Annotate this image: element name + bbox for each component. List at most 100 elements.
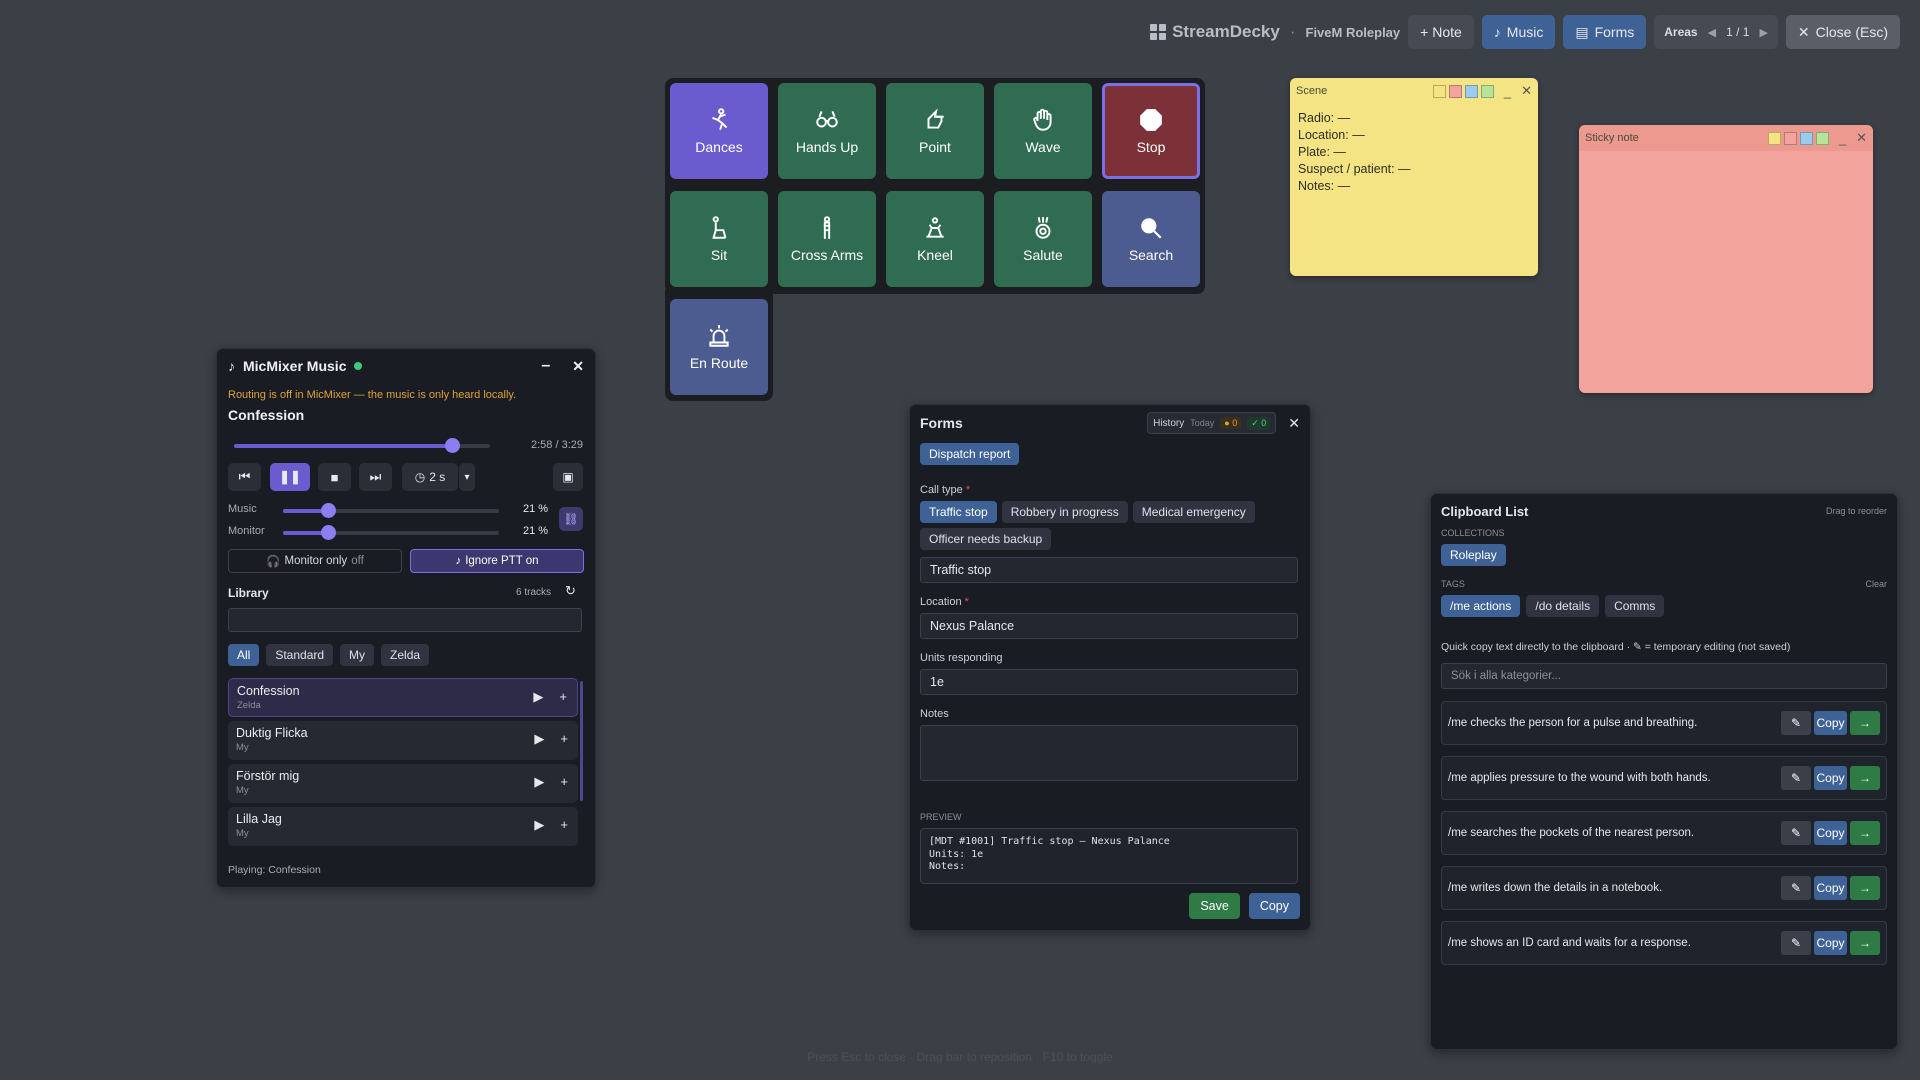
scene-note-header[interactable]: Scene _ ✕ (1290, 78, 1538, 104)
color-swatch-pink[interactable] (1448, 84, 1462, 98)
color-swatch-blue[interactable] (1464, 84, 1478, 98)
deck-key-wave[interactable]: Wave (994, 83, 1092, 179)
clipboard-item[interactable]: /me shows an ID card and waits for a res… (1441, 921, 1887, 965)
pause-button[interactable]: ❚❚ (270, 463, 310, 491)
color-swatch-green[interactable] (1480, 84, 1494, 98)
seek-handle[interactable] (444, 438, 460, 453)
library-item[interactable]: Förstör mig My ▶ + (228, 764, 578, 803)
crossfade-select[interactable]: ◷ 2 s (402, 463, 458, 491)
call-type-option[interactable]: Medical emergency (1132, 501, 1255, 523)
scene-note-body[interactable]: Radio: — Location: — Plate: — Suspect / … (1290, 104, 1538, 201)
color-swatch-green[interactable] (1815, 131, 1829, 145)
add-note-button[interactable]: + Note (1408, 15, 1474, 49)
crossfade-dropdown[interactable]: ▾ (459, 463, 475, 491)
color-swatch-yellow[interactable] (1767, 131, 1781, 145)
close-icon[interactable]: ✕ (572, 358, 584, 375)
history-button[interactable]: History Today ● 0 ✓ 0 (1147, 412, 1277, 434)
deck-key-en-route[interactable]: En Route (670, 299, 768, 395)
save-button[interactable]: Save (1189, 893, 1240, 919)
copy-button[interactable]: Copy (1814, 766, 1847, 790)
monitor-only-toggle[interactable]: 🎧 Monitor only off (228, 549, 402, 573)
deck-key-search[interactable]: Search (1102, 191, 1200, 287)
clipboard-item[interactable]: /me checks the person for a pulse and br… (1441, 701, 1887, 745)
play-icon[interactable]: ▶ (534, 774, 544, 790)
units-input[interactable]: 1e (920, 669, 1298, 695)
close-icon[interactable]: ✕ (1288, 415, 1300, 432)
sticky-note-header[interactable]: Sticky note _ ✕ (1579, 125, 1873, 151)
send-icon[interactable]: → (1850, 711, 1880, 735)
edit-icon[interactable]: ✎ (1781, 931, 1811, 955)
deck-key-point[interactable]: Point (886, 83, 984, 179)
collection-roleplay[interactable]: Roleplay (1441, 544, 1506, 566)
monitor-volume-slider[interactable] (283, 525, 499, 540)
next-button[interactable]: ⏭ (359, 463, 392, 491)
clear-tags-button[interactable]: Clear (1865, 579, 1887, 589)
music-volume-handle[interactable] (321, 503, 337, 518)
deck-key-salute[interactable]: Salute (994, 191, 1092, 287)
clipboard-item[interactable]: /me searches the pockets of the nearest … (1441, 811, 1887, 855)
deck-key-sit[interactable]: Sit (670, 191, 768, 287)
minimize-icon[interactable]: _ (1839, 131, 1846, 146)
deck-key-hands-up[interactable]: Hands Up (778, 83, 876, 179)
filter-all[interactable]: All (228, 644, 260, 666)
add-icon[interactable]: + (560, 774, 568, 790)
prev-area-icon[interactable]: ◀ (1708, 26, 1716, 39)
add-icon[interactable]: + (560, 731, 568, 747)
filter-zelda[interactable]: Zelda (381, 644, 430, 666)
send-icon[interactable]: → (1850, 766, 1880, 790)
clipboard-item[interactable]: /me writes down the details in a noteboo… (1441, 866, 1887, 910)
edit-icon[interactable]: ✎ (1781, 876, 1811, 900)
next-area-icon[interactable]: ▶ (1759, 26, 1767, 39)
sticky-note[interactable]: Sticky note _ ✕ (1579, 125, 1873, 393)
refresh-icon[interactable]: ↻ (565, 583, 576, 599)
filter-standard[interactable]: Standard (266, 644, 334, 666)
call-type-option[interactable]: Traffic stop (920, 501, 997, 523)
call-type-input[interactable]: Traffic stop (920, 557, 1298, 583)
music-panel-header[interactable]: ♪ MicMixer Music – ✕ (217, 349, 595, 383)
previous-button[interactable]: ⏮ (228, 463, 261, 491)
send-icon[interactable]: → (1850, 931, 1880, 955)
clipboard-item[interactable]: /me applies pressure to the wound with b… (1441, 756, 1887, 800)
deck-key-dances[interactable]: Dances (670, 83, 768, 179)
deck-key-cross-arms[interactable]: Cross Arms (778, 191, 876, 287)
library-scrollbar[interactable] (580, 681, 583, 801)
copy-button[interactable]: Copy (1814, 821, 1847, 845)
tag-do-details[interactable]: /do details (1526, 595, 1600, 617)
call-type-option[interactable]: Officer needs backup (920, 528, 1052, 550)
play-icon[interactable]: ▶ (534, 817, 544, 833)
seek-slider[interactable] (234, 438, 490, 453)
color-swatch-yellow[interactable] (1432, 84, 1446, 98)
stop-button[interactable]: ■ (318, 463, 351, 491)
copy-button[interactable]: Copy (1814, 711, 1847, 735)
clipboard-search-input[interactable]: Sök i alla kategorier... (1441, 663, 1887, 689)
music-button[interactable]: ♪ Music (1481, 15, 1556, 49)
minimize-icon[interactable]: _ (1504, 84, 1511, 99)
ignore-ptt-toggle[interactable]: ♪ Ignore PTT on (410, 549, 584, 573)
library-item[interactable]: Duktig Flicka My ▶ + (228, 721, 578, 760)
close-icon[interactable]: ✕ (1521, 83, 1532, 99)
deck-key-kneel[interactable]: Kneel (886, 191, 984, 287)
close-icon[interactable]: ✕ (1856, 130, 1867, 146)
forms-header[interactable]: Forms History Today ● 0 ✓ 0 ✕ (910, 405, 1310, 441)
scene-note[interactable]: Scene _ ✕ Radio: — Location: — Plate: — … (1290, 78, 1538, 276)
copy-button[interactable]: Copy (1248, 893, 1300, 919)
template-dispatch-report[interactable]: Dispatch report (920, 443, 1020, 465)
notes-textarea[interactable] (920, 725, 1298, 781)
filter-my[interactable]: My (340, 644, 375, 666)
color-swatch-blue[interactable] (1799, 131, 1813, 145)
send-icon[interactable]: → (1850, 876, 1880, 900)
edit-icon[interactable]: ✎ (1781, 821, 1811, 845)
copy-button[interactable]: Copy (1814, 876, 1847, 900)
add-icon[interactable]: + (559, 689, 567, 705)
close-button[interactable]: ✕ Close (Esc) (1785, 15, 1900, 49)
link-volumes-button[interactable]: ⛓ (559, 507, 583, 531)
play-icon[interactable]: ▶ (534, 731, 544, 747)
add-icon[interactable]: + (560, 817, 568, 833)
tag-me-actions[interactable]: /me actions (1441, 595, 1521, 617)
play-icon[interactable]: ▶ (533, 689, 543, 705)
deck-key-stop[interactable]: Stop (1102, 83, 1200, 179)
mini-player-button[interactable]: ▣ (553, 463, 583, 491)
music-volume-slider[interactable] (283, 503, 499, 518)
tag-comms[interactable]: Comms (1605, 595, 1665, 617)
edit-icon[interactable]: ✎ (1781, 711, 1811, 735)
